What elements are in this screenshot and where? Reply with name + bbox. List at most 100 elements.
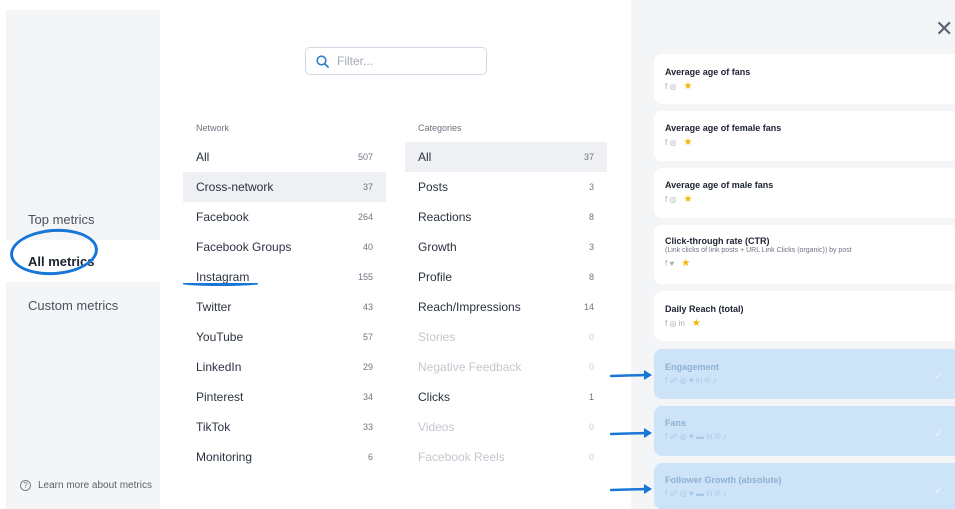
nav-top-metrics[interactable]: Top metrics — [6, 198, 160, 240]
row-count: 3 — [588, 242, 594, 252]
row-label: Instagram — [196, 270, 250, 284]
row-label: LinkedIn — [196, 360, 242, 374]
network-icons: f ☍ ◎ ♥ ▬ in ℗ ♪ — [665, 489, 727, 498]
metric-title: Click-through rate (CTR) — [665, 236, 770, 246]
check-icon: ✓ — [933, 483, 944, 497]
star-icon[interactable]: ★ — [692, 318, 701, 329]
metric-title: Engagement — [665, 362, 720, 372]
network-icons: f ◎ ★ — [665, 194, 693, 205]
metric-card[interactable]: Average age of female fans f ◎ ★ — [654, 111, 955, 161]
category-row-growth[interactable]: Growth 3 — [405, 232, 607, 262]
category-row-reactions[interactable]: Reactions 8 — [405, 202, 607, 232]
row-count: 33 — [362, 422, 373, 432]
metric-card-selected[interactable]: Engagement f ☍ ◎ ♥ in ℗ ♪ ✓ — [654, 349, 955, 399]
category-row-posts[interactable]: Posts 3 — [405, 172, 607, 202]
metric-card-selected[interactable]: Follower Growth (absolute) f ☍ ◎ ♥ ▬ in … — [654, 463, 955, 509]
row-label: Facebook — [196, 210, 249, 224]
check-icon: ✓ — [933, 426, 944, 440]
category-row-profile[interactable]: Profile 8 — [405, 262, 607, 292]
category-row-reach-impressions[interactable]: Reach/Impressions 14 — [405, 292, 607, 322]
star-icon[interactable]: ★ — [683, 137, 692, 148]
categories-header: Categories — [418, 123, 462, 133]
nav-custom-metrics[interactable]: Custom metrics — [6, 284, 160, 326]
row-count: 29 — [362, 362, 373, 372]
row-label: Facebook Groups — [196, 240, 292, 254]
network-row-instagram[interactable]: Instagram 155 — [183, 262, 386, 292]
network-row-twitter[interactable]: Twitter 43 — [183, 292, 386, 322]
row-label: Profile — [418, 270, 453, 284]
row-count: 37 — [583, 152, 594, 162]
row-label: TikTok — [196, 420, 231, 434]
row-label: Cross-network — [196, 180, 274, 194]
network-row-facebook[interactable]: Facebook 264 — [183, 202, 386, 232]
metric-title: Average age of male fans — [665, 180, 774, 190]
row-label: Twitter — [196, 300, 232, 314]
filter-box[interactable] — [305, 47, 487, 75]
metric-card[interactable]: Average age of fans f ◎ ★ — [654, 54, 955, 104]
row-count: 14 — [583, 302, 594, 312]
metric-card[interactable]: Daily Reach (total) f ◎ in ★ — [654, 291, 955, 341]
row-count: 57 — [362, 332, 373, 342]
network-row-monitoring[interactable]: Monitoring 6 — [183, 442, 386, 472]
row-label: Videos — [418, 420, 455, 434]
metric-title: Follower Growth (absolute) — [665, 475, 782, 485]
row-count: 507 — [357, 152, 373, 162]
network-icons: f ☍ ◎ ♥ in ℗ ♪ — [665, 376, 717, 385]
star-icon[interactable]: ★ — [683, 81, 692, 92]
row-count: 43 — [362, 302, 373, 312]
row-label: Facebook Reels — [418, 450, 505, 464]
row-label: All — [196, 150, 210, 164]
row-count: 40 — [362, 242, 373, 252]
category-row-all[interactable]: All 37 — [405, 142, 607, 172]
row-label: YouTube — [196, 330, 244, 344]
metric-title: Average age of female fans — [665, 123, 782, 133]
metric-title: Average age of fans — [665, 67, 751, 77]
network-row-pinterest[interactable]: Pinterest 34 — [183, 382, 386, 412]
star-icon[interactable]: ★ — [683, 194, 692, 205]
row-count: 1 — [588, 392, 594, 402]
category-row-negative-feedback: Negative Feedback 0 — [405, 352, 607, 382]
network-row-linkedin[interactable]: LinkedIn 29 — [183, 352, 386, 382]
metric-card[interactable]: Click-through rate (CTR) (Link clicks of… — [654, 225, 955, 284]
network-list: All 507 Cross-network 37 Facebook 264 Faceb… — [183, 142, 386, 472]
network-row-facebook-groups[interactable]: Facebook Groups 40 — [183, 232, 386, 262]
row-count: 0 — [588, 452, 594, 462]
metric-card[interactable]: Average age of male fans f ◎ ★ — [654, 168, 955, 218]
filter-input[interactable] — [337, 54, 477, 68]
network-icons: f ☍ ◎ ♥ ▬ in ℗ ♪ — [665, 432, 727, 441]
row-label: Reach/Impressions — [418, 300, 521, 314]
network-row-tiktok[interactable]: TikTok 33 — [183, 412, 386, 442]
metrics-dialog: Top metrics All metrics Custom metrics ?… — [0, 0, 955, 509]
check-icon: ✓ — [933, 369, 944, 383]
category-row-clicks[interactable]: Clicks 1 — [405, 382, 607, 412]
row-label: Posts — [418, 180, 449, 194]
metric-title: Fans — [665, 418, 687, 428]
metric-card-selected[interactable]: Fans f ☍ ◎ ♥ ▬ in ℗ ♪ ✓ — [654, 406, 955, 456]
learn-more-link[interactable]: ? Learn more about metrics — [20, 480, 152, 491]
network-row-youtube[interactable]: YouTube 57 — [183, 322, 386, 352]
network-header: Network — [196, 123, 230, 133]
row-label: All — [418, 150, 432, 164]
category-row-facebook-reels: Facebook Reels 0 — [405, 442, 607, 472]
row-label: Negative Feedback — [418, 360, 522, 374]
close-icon[interactable]: ✕ — [935, 18, 953, 40]
network-row-all[interactable]: All 507 — [183, 142, 386, 172]
row-count: 0 — [588, 422, 594, 432]
network-row-cross-network[interactable]: Cross-network 37 — [183, 172, 386, 202]
nav-all-metrics[interactable]: All metrics — [6, 240, 160, 282]
row-label: Stories — [418, 330, 456, 344]
network-icons: f ♥ ★ — [665, 258, 691, 269]
row-count: 264 — [357, 212, 373, 222]
row-count: 8 — [588, 272, 594, 282]
row-count: 6 — [367, 452, 373, 462]
arrow-annotation — [610, 370, 652, 380]
categories-list: All 37 Posts 3 Reactions 8 Growth 3 Profile 8… — [405, 142, 607, 472]
row-label: Monitoring — [196, 450, 253, 464]
search-icon — [316, 54, 329, 68]
star-icon[interactable]: ★ — [681, 258, 690, 269]
left-nav: Top metrics All metrics Custom metrics ?… — [6, 10, 160, 509]
learn-more-label: Learn more about metrics — [38, 480, 152, 491]
row-label: Reactions — [418, 210, 472, 224]
network-icons: f ◎ ★ — [665, 81, 693, 92]
row-count: 8 — [588, 212, 594, 222]
